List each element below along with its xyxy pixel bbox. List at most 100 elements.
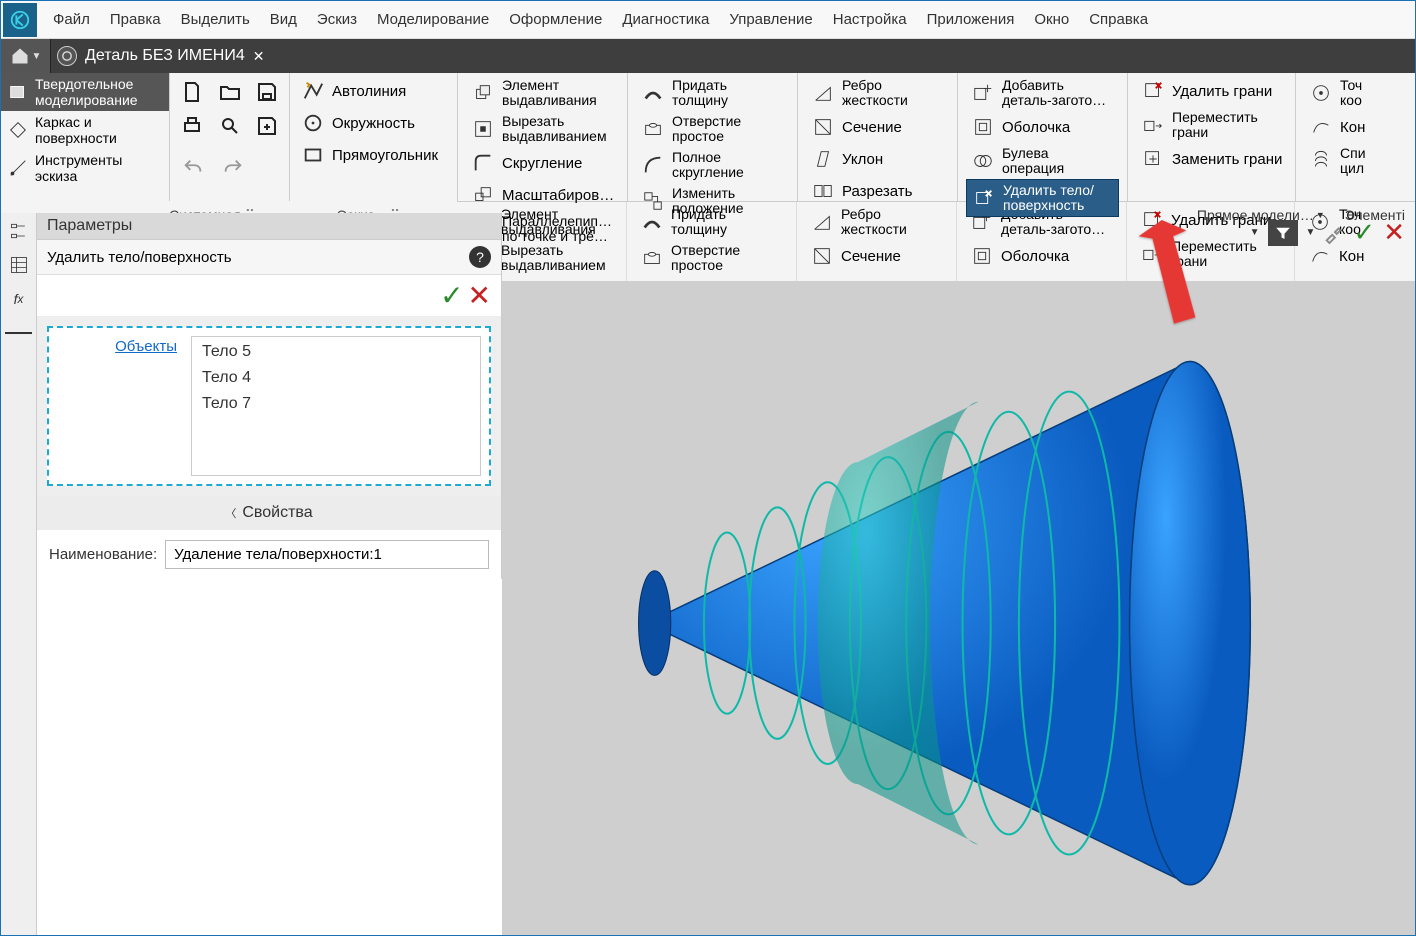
list-item[interactable]: Тело 5 bbox=[202, 343, 470, 361]
name-input[interactable] bbox=[165, 540, 489, 569]
menu-help[interactable]: Справка bbox=[1079, 1, 1158, 39]
home-dropdown-icon[interactable]: ▼ bbox=[32, 51, 42, 62]
reject-icon[interactable]: ✕ bbox=[1383, 217, 1405, 248]
redo-button[interactable] bbox=[216, 153, 250, 183]
mode-solid[interactable]: Твердотельноемоделирование bbox=[1, 73, 169, 111]
autoline-tool[interactable]: Автолиния bbox=[296, 75, 447, 107]
point-top[interactable]: Точкоо bbox=[1304, 75, 1347, 111]
circle-icon bbox=[300, 110, 326, 136]
shell-top[interactable]: Оболочка bbox=[966, 111, 1119, 143]
dropdown-icon[interactable]: ▼ bbox=[1250, 227, 1260, 238]
section-icon bbox=[809, 243, 835, 269]
filter-button[interactable] bbox=[1268, 220, 1298, 246]
print-button[interactable] bbox=[176, 109, 208, 143]
delete-face-icon bbox=[1139, 207, 1165, 233]
rectangle-tool[interactable]: Прямоугольник bbox=[296, 139, 447, 171]
delete-faces-top[interactable]: Удалить грани bbox=[1136, 75, 1287, 107]
parameters-panel: Параметры Удалить тело/поверхность ? ✓ ✕… bbox=[37, 213, 502, 579]
shell-tool[interactable]: Оболочка bbox=[965, 240, 1118, 272]
part-icon bbox=[57, 46, 77, 66]
menu-settings[interactable]: Настройка bbox=[823, 1, 917, 39]
cut-tool-top[interactable]: Вырезатьвыдавливанием bbox=[466, 111, 619, 147]
sketch-tools-icon bbox=[7, 157, 29, 179]
rectangle-icon bbox=[300, 142, 326, 168]
rail-props-icon[interactable] bbox=[5, 251, 33, 279]
menu-view[interactable]: Вид bbox=[260, 1, 307, 39]
fillet-icon bbox=[470, 150, 496, 176]
left-rail: fx bbox=[1, 213, 37, 935]
properties-header[interactable]: 〈Свойства bbox=[37, 496, 501, 530]
panel-subtitle: Удалить тело/поверхность bbox=[47, 249, 232, 266]
add-part-top[interactable]: Добавитьдеталь-загото… bbox=[966, 75, 1119, 111]
open-button[interactable] bbox=[214, 75, 246, 109]
hole-icon bbox=[639, 245, 665, 271]
menu-diagnostics[interactable]: Диагностика bbox=[612, 1, 719, 39]
split-tool[interactable]: Разрезать bbox=[806, 175, 949, 207]
close-tab-icon[interactable]: ✕ bbox=[253, 48, 265, 65]
help-icon[interactable]: ? bbox=[469, 246, 491, 268]
spiral-icon bbox=[1308, 148, 1334, 174]
menu-window[interactable]: Окно bbox=[1024, 1, 1079, 39]
menu-manage[interactable]: Управление bbox=[719, 1, 822, 39]
spiral-tool[interactable]: Спицил bbox=[1304, 143, 1347, 179]
undo-button[interactable] bbox=[176, 153, 210, 183]
full-fillet[interactable]: Полноескругление bbox=[636, 147, 789, 183]
delete-body-tool[interactable]: Удалить тело/поверхность bbox=[966, 179, 1119, 217]
wireframe-icon bbox=[7, 119, 29, 141]
reposition-tool[interactable]: Изменитьположение bbox=[636, 183, 789, 219]
preview-button[interactable] bbox=[214, 109, 246, 143]
cancel-icon[interactable]: ✕ bbox=[468, 279, 491, 312]
replace-faces-tool[interactable]: Заменить грани bbox=[1136, 143, 1287, 175]
menu-apps[interactable]: Приложения bbox=[917, 1, 1025, 39]
draft-tool[interactable]: Уклон bbox=[806, 143, 949, 175]
boolean-icon bbox=[970, 148, 996, 174]
mode-wireframe[interactable]: Каркас иповерхности bbox=[1, 111, 169, 149]
rib-tool[interactable]: Реброжесткости bbox=[805, 204, 948, 240]
contour-top[interactable]: Кон bbox=[1304, 111, 1347, 143]
save-as-button[interactable] bbox=[251, 109, 283, 143]
extrude-tool-top[interactable]: Элементвыдавливания bbox=[466, 75, 619, 111]
hole-tool[interactable]: Отверстиепростое bbox=[635, 240, 788, 276]
menu-annotation[interactable]: Оформление bbox=[499, 1, 612, 39]
hole-top[interactable]: Отверстиепростое bbox=[636, 111, 789, 147]
solid-icon bbox=[7, 81, 29, 103]
boolean-tool[interactable]: Булеваоперация bbox=[966, 143, 1119, 179]
fillet-tool[interactable]: Скругление bbox=[466, 147, 619, 179]
eyedropper-icon[interactable] bbox=[1323, 222, 1345, 244]
quick-tools: ▼ ▼ ✓ ✕ bbox=[1250, 217, 1405, 248]
menu-edit[interactable]: Правка bbox=[100, 1, 171, 39]
home-tab[interactable]: ▼ bbox=[1, 39, 51, 73]
replace-face-icon bbox=[1140, 146, 1166, 172]
menu-sketch[interactable]: Эскиз bbox=[307, 1, 367, 39]
split-icon bbox=[810, 178, 836, 204]
menu-select[interactable]: Выделить bbox=[171, 1, 260, 39]
rail-tree-icon[interactable] bbox=[5, 217, 33, 245]
confirm-icon[interactable]: ✓ bbox=[1353, 217, 1375, 248]
app-logo bbox=[3, 3, 37, 37]
section-tool[interactable]: Сечение bbox=[805, 240, 948, 272]
save-button[interactable] bbox=[251, 75, 283, 109]
viewport-3d[interactable] bbox=[502, 281, 1415, 935]
mode-sketch-tools[interactable]: Инструментыэскиза bbox=[1, 149, 169, 187]
section-top[interactable]: Сечение bbox=[806, 111, 949, 143]
rail-variables-icon[interactable]: fx bbox=[5, 285, 33, 313]
objects-list[interactable]: Тело 5 Тело 4 Тело 7 bbox=[191, 336, 481, 476]
dropdown-icon-2[interactable]: ▼ bbox=[1306, 227, 1316, 238]
document-tab[interactable]: Деталь БЕЗ ИМЕНИ4 ✕ bbox=[51, 39, 270, 73]
objects-label[interactable]: Объекты bbox=[57, 336, 177, 476]
menu-file[interactable]: Файл bbox=[43, 1, 100, 39]
shell-icon bbox=[969, 243, 995, 269]
new-button[interactable] bbox=[176, 75, 208, 109]
apply-icon[interactable]: ✓ bbox=[440, 279, 463, 312]
rib-top[interactable]: Реброжесткости bbox=[806, 75, 949, 111]
list-item[interactable]: Тело 7 bbox=[202, 395, 470, 413]
rib-icon bbox=[809, 209, 835, 235]
scale-tool[interactable]: Масштабиров… bbox=[466, 179, 619, 211]
circle-tool[interactable]: Окружность bbox=[296, 107, 447, 139]
rail-menu-icon[interactable] bbox=[5, 319, 33, 347]
document-tabbar: ▼ Деталь БЕЗ ИМЕНИ4 ✕ bbox=[1, 39, 1415, 73]
list-item[interactable]: Тело 4 bbox=[202, 369, 470, 387]
thicken-top[interactable]: Придатьтолщину bbox=[636, 75, 789, 111]
menu-modeling[interactable]: Моделирование bbox=[367, 1, 499, 39]
move-faces-top[interactable]: Переместитьграни bbox=[1136, 107, 1287, 143]
